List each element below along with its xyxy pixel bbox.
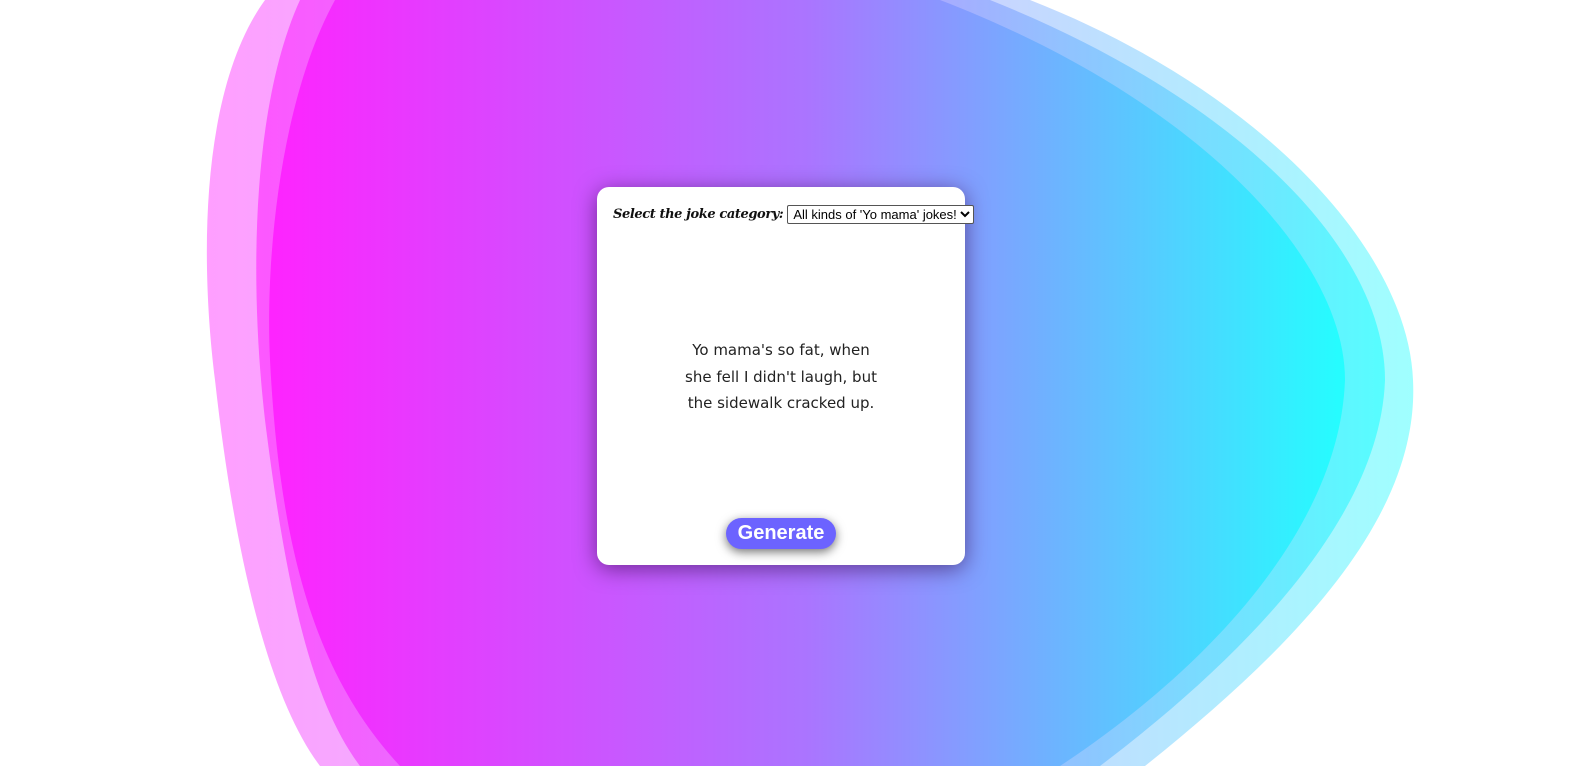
- category-select[interactable]: All kinds of 'Yo mama' jokes!: [787, 205, 975, 224]
- joke-text: Yo mama's so fat, when she fell I didn't…: [685, 341, 877, 412]
- generate-button[interactable]: Generate: [726, 518, 836, 549]
- joke-card: Select the joke category: All kinds of '…: [597, 187, 975, 565]
- category-label: Select the joke category:: [613, 207, 784, 222]
- page: Select the joke category: All kinds of '…: [0, 0, 1594, 766]
- category-row: Select the joke category: All kinds of '…: [613, 205, 975, 224]
